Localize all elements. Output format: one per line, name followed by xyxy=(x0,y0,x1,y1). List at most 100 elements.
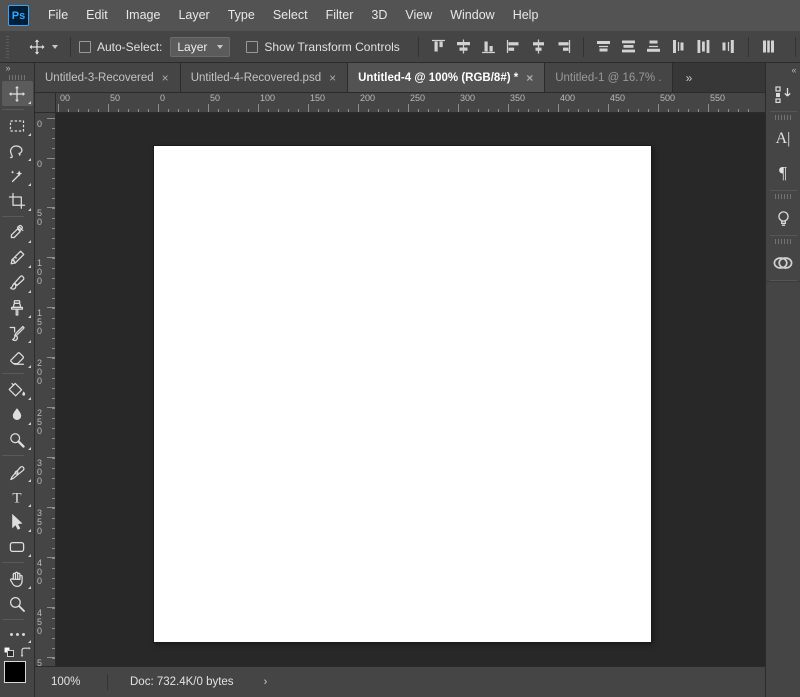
menu-item-type[interactable]: Type xyxy=(219,5,264,26)
close-icon[interactable]: × xyxy=(328,72,337,84)
tool-flyout-triangle-icon[interactable] xyxy=(28,265,31,268)
eraser-tool[interactable] xyxy=(2,345,33,370)
menu-item-select[interactable]: Select xyxy=(264,5,317,26)
menu-item-edit[interactable]: Edit xyxy=(77,5,117,26)
panel-grip-1[interactable] xyxy=(766,112,800,122)
ellipsis-icon[interactable] xyxy=(2,623,33,645)
healing-brush-tool[interactable] xyxy=(2,245,33,270)
status-menu-chevron-icon[interactable]: › xyxy=(234,676,268,688)
align-right-edges-button[interactable] xyxy=(552,35,575,58)
auto-select-checkbox[interactable] xyxy=(79,41,91,53)
foreground-color-swatch[interactable] xyxy=(4,661,26,683)
tool-flyout-triangle-icon[interactable] xyxy=(28,529,31,532)
tool-flyout-triangle-icon[interactable] xyxy=(28,397,31,400)
panel-collapse-button[interactable]: « xyxy=(766,63,800,77)
panel-grip-3[interactable] xyxy=(766,236,800,246)
crop-tool[interactable] xyxy=(2,188,33,213)
tool-flyout-triangle-icon[interactable] xyxy=(28,158,31,161)
menu-item-3d[interactable]: 3D xyxy=(362,5,396,26)
show-transform-checkbox[interactable] xyxy=(246,41,258,53)
align-horizontal-centers-button[interactable] xyxy=(527,35,550,58)
close-icon[interactable]: × xyxy=(525,72,534,84)
brush-tool[interactable] xyxy=(2,270,33,295)
tool-flyout-triangle-icon[interactable] xyxy=(28,208,31,211)
menu-item-view[interactable]: View xyxy=(396,5,441,26)
active-tool-indicator[interactable] xyxy=(22,36,62,58)
align-vertical-centers-button[interactable] xyxy=(452,35,475,58)
menu-item-file[interactable]: File xyxy=(39,5,77,26)
canvas-work-area[interactable] xyxy=(56,113,765,666)
tool-flyout-triangle-icon[interactable] xyxy=(28,340,31,343)
paragraph-panel-icon[interactable]: ¶ xyxy=(766,156,800,190)
tool-flyout-triangle-icon[interactable] xyxy=(28,315,31,318)
default-colors-icon[interactable] xyxy=(4,647,15,658)
eyedropper-tool[interactable] xyxy=(2,220,33,245)
toolbar-grip[interactable] xyxy=(0,74,35,81)
document-tab[interactable]: Untitled-1 @ 16.7% . xyxy=(545,63,672,92)
tool-flyout-triangle-icon[interactable] xyxy=(28,504,31,507)
photoshop-logo-icon[interactable]: Ps xyxy=(8,5,29,26)
align-bottom-edges-button[interactable] xyxy=(477,35,500,58)
horizontal-ruler[interactable]: 0050050100150200250300350400450500550 xyxy=(56,93,765,113)
history-brush-tool[interactable] xyxy=(2,320,33,345)
ruler-corner[interactable] xyxy=(35,93,56,113)
menu-item-layer[interactable]: Layer xyxy=(169,5,218,26)
tool-flyout-triangle-icon[interactable] xyxy=(28,479,31,482)
history-actions-panel-icon[interactable] xyxy=(766,77,800,111)
document-tab-active[interactable]: Untitled-4 @ 100% (RGB/8#) *× xyxy=(348,63,545,92)
menu-item-window[interactable]: Window xyxy=(441,5,503,26)
tool-flyout-triangle-icon[interactable] xyxy=(28,183,31,186)
pen-tool[interactable] xyxy=(2,459,33,484)
distribute-bottom-edges-button[interactable] xyxy=(642,35,665,58)
menu-item-help[interactable]: Help xyxy=(504,5,548,26)
hand-tool[interactable] xyxy=(2,566,33,591)
tool-flyout-triangle-icon[interactable] xyxy=(28,290,31,293)
distribute-spacing-button[interactable] xyxy=(757,35,780,58)
tool-flyout-triangle-icon[interactable] xyxy=(28,586,31,589)
tool-flyout-triangle-icon[interactable] xyxy=(28,554,31,557)
distribute-horizontal-centers-button[interactable] xyxy=(692,35,715,58)
tool-preset-chevron-down-icon[interactable] xyxy=(52,45,58,49)
menu-item-filter[interactable]: Filter xyxy=(317,5,363,26)
toolbar-expand-button[interactable]: » xyxy=(0,63,35,74)
blur-tool[interactable] xyxy=(2,402,33,427)
tool-flyout-triangle-icon[interactable] xyxy=(28,422,31,425)
rectangle-tool[interactable] xyxy=(2,534,33,559)
tab-overflow-button[interactable]: » xyxy=(673,63,705,92)
document-tab[interactable]: Untitled-4-Recovered.psd× xyxy=(181,63,348,92)
distribute-vertical-centers-button[interactable] xyxy=(617,35,640,58)
menu-item-image[interactable]: Image xyxy=(117,5,170,26)
distribute-right-edges-button[interactable] xyxy=(717,35,740,58)
path-selection-tool[interactable] xyxy=(2,509,33,534)
align-left-edges-button[interactable] xyxy=(502,35,525,58)
magic-wand-tool[interactable] xyxy=(2,163,33,188)
learn-panel-icon[interactable] xyxy=(766,201,800,235)
clone-stamp-tool[interactable] xyxy=(2,295,33,320)
tool-flyout-triangle-icon[interactable] xyxy=(28,447,31,450)
zoom-level-field[interactable]: 100% xyxy=(35,676,107,688)
tool-flyout-triangle-icon[interactable] xyxy=(28,101,31,104)
lasso-tool[interactable] xyxy=(2,138,33,163)
document-tab[interactable]: Untitled-3-Recovered× xyxy=(35,63,181,92)
close-icon[interactable]: × xyxy=(161,72,170,84)
zoom-tool[interactable] xyxy=(2,591,33,616)
tool-flyout-triangle-icon[interactable] xyxy=(28,133,31,136)
panel-grip-2[interactable] xyxy=(766,191,800,201)
document-canvas[interactable] xyxy=(154,146,651,642)
marquee-tool[interactable] xyxy=(2,113,33,138)
vertical-ruler[interactable]: 0050100150200250300350400450500 xyxy=(35,113,56,666)
move-tool[interactable] xyxy=(2,81,33,106)
auto-select-scope-select[interactable]: Layer xyxy=(170,37,230,57)
character-panel-icon[interactable]: A| xyxy=(766,122,800,156)
options-bar-grip[interactable] xyxy=(3,31,12,63)
tool-flyout-triangle-icon[interactable] xyxy=(28,365,31,368)
tool-flyout-triangle-icon[interactable] xyxy=(28,240,31,243)
dodge-tool[interactable] xyxy=(2,427,33,452)
distribute-top-edges-button[interactable] xyxy=(592,35,615,58)
gradient-tool[interactable] xyxy=(2,377,33,402)
type-tool[interactable]: T xyxy=(2,484,33,509)
swap-colors-icon[interactable] xyxy=(20,647,31,658)
libraries-panel-icon[interactable] xyxy=(766,246,800,280)
distribute-left-edges-button[interactable] xyxy=(667,35,690,58)
align-top-edges-button[interactable] xyxy=(427,35,450,58)
